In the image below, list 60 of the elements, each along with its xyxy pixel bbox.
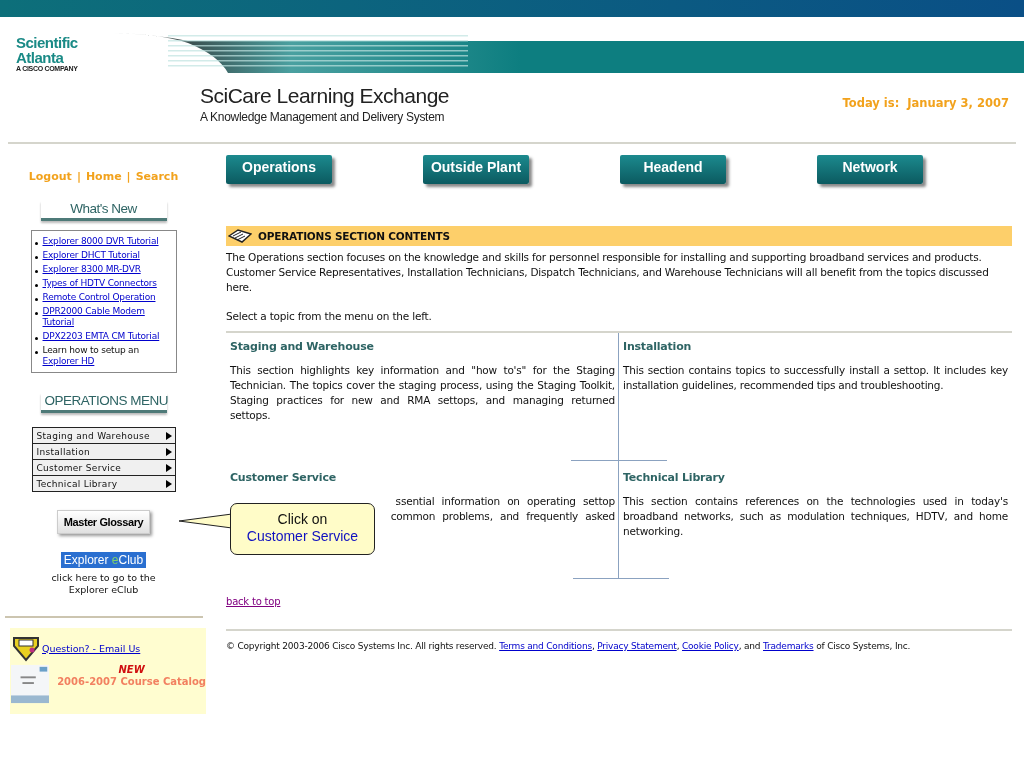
section-heading: OPERATIONS SECTION CONTENTS xyxy=(258,230,450,242)
topic-text: This section contains references on the technologies used in today's broadband networks, such as modulation techniques, HDTV, and home networking. xyxy=(623,493,1008,539)
news-link[interactable]: Explorer HD xyxy=(42,356,139,367)
eclub-caption: click here to go to the Explorer eClub xyxy=(50,572,157,596)
bullet-icon xyxy=(34,337,38,340)
site-title: SciCare Learning Exchange xyxy=(200,84,449,108)
topic-text: This section contains topics to successfully install a settop. It includes key installation guidelines, recommended tips and troubleshooting. xyxy=(623,363,1008,393)
back-to-top-link[interactable]: back to top xyxy=(226,596,1012,607)
menu-item[interactable]: Customer Service xyxy=(32,460,175,476)
callout-text: Click on xyxy=(277,511,328,527)
eclub-button[interactable]: Explorer eClub xyxy=(60,552,147,568)
topic-title: Technical Library xyxy=(623,470,726,484)
footer-link[interactable]: Trademarks xyxy=(763,641,814,651)
instruction-text: Select a topic from the menu on the left. xyxy=(226,310,433,322)
logo-text: Scientific Atlanta xyxy=(16,35,79,65)
bullet-icon xyxy=(34,298,38,301)
section-heading: What's New xyxy=(40,201,167,221)
topic-text: This section highlights key information and "how to's" for the Staging Technician. The topics cover the staging process, using the Staging Toolkit, Staging practices for new and RMA settops, and managing returned settops. xyxy=(230,363,615,423)
bullet-icon xyxy=(34,242,38,245)
menu-item[interactable]: Staging and Warehouse xyxy=(32,428,175,444)
nav-button[interactable]: Headend xyxy=(620,155,726,184)
callout-link[interactable]: Customer Service xyxy=(235,528,370,545)
topic-text: ssential information on operating settop xyxy=(395,493,615,509)
nav-button[interactable]: Operations xyxy=(226,155,332,184)
section-heading: OPERATIONS MENU xyxy=(40,393,167,413)
new-label: NEW xyxy=(117,664,146,675)
copyright-text: © Copyright 2003-2006 Cisco Systems Inc. All rights reserved. Terms and Conditions, Privacy Statement, Cookie Policy, and Trademarks of Cisco Systems, Inc. xyxy=(226,641,912,651)
envelope-icon xyxy=(12,634,40,662)
menu-item[interactable]: Technical Library xyxy=(32,476,175,491)
topic-text: common problems, and frequently asked xyxy=(390,508,615,524)
news-link[interactable]: DPX2203 EMTA CM Tutorial xyxy=(42,331,160,342)
menu-item[interactable]: Installation xyxy=(32,444,175,460)
news-link[interactable]: Types of HDTV Connectors xyxy=(42,278,157,289)
news-link[interactable]: DPR2000 Cable Modem Tutorial xyxy=(42,306,173,328)
topic-title: Installation xyxy=(623,340,693,353)
topic-title: Customer Service xyxy=(230,470,337,484)
bullet-icon xyxy=(34,312,38,315)
nav-button[interactable]: Outside Plant xyxy=(423,155,529,184)
separator: | xyxy=(126,170,131,183)
news-link[interactable]: Explorer DHCT Tutorial xyxy=(42,250,140,261)
bullet-icon xyxy=(34,270,38,273)
news-link[interactable]: Explorer 8000 DVR Tutorial xyxy=(42,236,159,247)
separator: | xyxy=(76,170,81,183)
nav-button[interactable]: Network xyxy=(817,155,923,184)
footer-link[interactable]: Terms and Conditions xyxy=(499,641,592,651)
bullet-icon xyxy=(34,256,38,259)
date-text: Today is: January 3, 2007 xyxy=(842,95,1009,112)
bullet-icon xyxy=(34,351,38,354)
bullet-icon xyxy=(34,284,38,287)
footer-link[interactable]: Privacy Statement xyxy=(597,641,677,651)
topic-title: Staging and Warehouse xyxy=(230,340,375,353)
intro-text: The Operations section focuses on the knowledge and skills for personnel responsible for installing and supporting broadband services and products. Customer Service Representatives, Installation Technicians, Dispatch Technicians, and Warehouse Technicians will all benefit from the topics discussed here. xyxy=(226,250,990,295)
glossary-button[interactable]: Master Glossary xyxy=(56,510,151,534)
news-text: Learn how to setup an xyxy=(42,345,139,355)
book-icon xyxy=(228,228,252,244)
news-link[interactable]: Remote Control Operation xyxy=(42,292,156,303)
site-subtitle: A Knowledge Management and Delivery System xyxy=(200,110,446,124)
news-link[interactable]: Explorer 8300 MR-DVR xyxy=(42,264,141,275)
footer-link[interactable]: Cookie Policy xyxy=(682,641,739,651)
email-link[interactable]: Question? - Email Us xyxy=(42,642,141,654)
